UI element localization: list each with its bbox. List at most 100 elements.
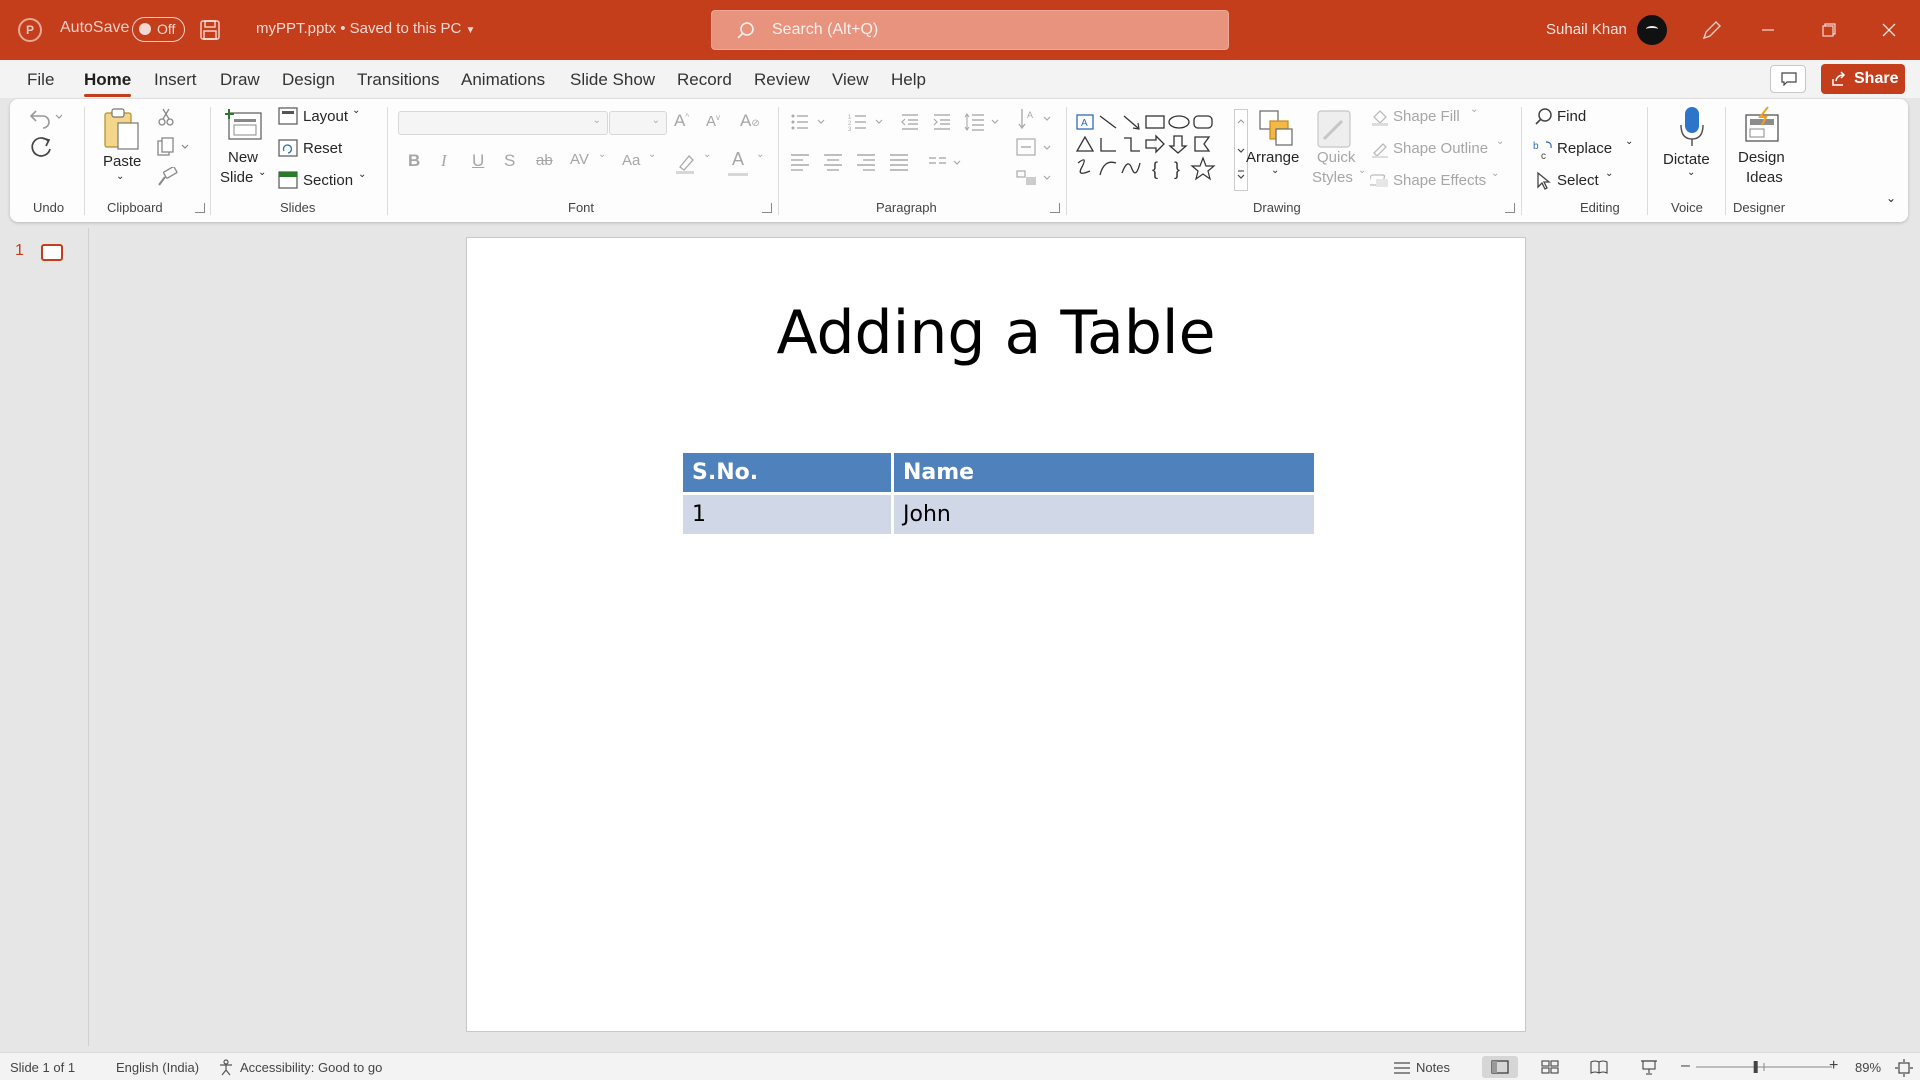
tab-insert[interactable]: Insert [154, 70, 197, 90]
paste-label[interactable]: Paste [103, 153, 141, 170]
search-input[interactable]: Search (Alt+Q) [711, 10, 1229, 50]
increase-font-size-icon[interactable]: A^ [674, 111, 689, 131]
microphone-icon[interactable] [1675, 105, 1709, 149]
shape-fill-button[interactable]: Shape Fill [1393, 108, 1460, 125]
drawing-launcher-icon[interactable] [1505, 203, 1515, 213]
change-case-icon[interactable]: Aa [622, 152, 640, 169]
table-header-cell[interactable]: Name [894, 453, 1314, 492]
zoom-level[interactable]: 89% [1855, 1060, 1881, 1075]
quick-styles-label-2[interactable]: Styles [1312, 169, 1353, 186]
increase-indent-icon[interactable] [932, 113, 952, 131]
table-cell[interactable]: 1 [683, 495, 891, 534]
paragraph-launcher-icon[interactable] [1050, 203, 1060, 213]
autosave-toggle[interactable]: Off [132, 17, 185, 42]
chevron-down-icon[interactable]: ⌄ [756, 149, 764, 160]
restore-icon[interactable] [1806, 14, 1852, 46]
line-spacing-icon[interactable] [964, 113, 1004, 131]
arrange-label[interactable]: Arrange [1246, 149, 1299, 166]
chevron-down-icon[interactable]: ⌄ [352, 105, 360, 116]
font-color-icon[interactable]: A [732, 149, 744, 170]
arrange-icon[interactable] [1256, 107, 1296, 151]
replace-button[interactable]: Replace [1557, 140, 1612, 157]
align-center-icon[interactable] [823, 153, 843, 171]
user-name[interactable]: Suhail Khan [1546, 21, 1627, 38]
quick-styles-label-1[interactable]: Quick [1317, 149, 1355, 166]
highlighter-icon[interactable] [675, 153, 697, 175]
tab-home[interactable]: Home [84, 70, 132, 97]
zoom-out-icon[interactable]: – [1681, 1057, 1690, 1075]
underline-icon[interactable]: U [472, 151, 484, 171]
slide-title[interactable]: Adding a Table [467, 298, 1525, 368]
tab-animations[interactable]: Animations [461, 70, 545, 90]
tab-transitions[interactable]: Transitions [357, 70, 440, 90]
chevron-down-icon[interactable]: ⌄ [1491, 168, 1499, 179]
decrease-font-size-icon[interactable]: Av [706, 113, 720, 130]
paste-icon[interactable] [102, 107, 142, 151]
slide-counter[interactable]: Slide 1 of 1 [10, 1060, 75, 1075]
align-right-icon[interactable] [856, 153, 876, 171]
columns-icon[interactable] [928, 155, 968, 171]
chevron-down-icon[interactable]: ⌄ [258, 167, 266, 178]
slide-canvas[interactable]: Adding a Table S.No. Name 1 John [466, 237, 1526, 1032]
language-indicator[interactable]: English (India) [116, 1060, 199, 1075]
chevron-down-icon[interactable]: ⌄ [116, 171, 124, 182]
shape-effects-button[interactable]: Shape Effects [1393, 172, 1486, 189]
clipboard-launcher-icon[interactable] [195, 203, 205, 213]
shape-outline-button[interactable]: Shape Outline [1393, 140, 1488, 157]
slide-show-icon[interactable] [1640, 1059, 1658, 1075]
section-button[interactable]: Section [303, 172, 353, 189]
zoom-in-icon[interactable]: + [1829, 1057, 1838, 1075]
chevron-down-icon[interactable]: ⌄ [1605, 168, 1613, 179]
italic-icon[interactable]: I [441, 151, 447, 171]
reading-view-icon[interactable] [1590, 1060, 1608, 1074]
find-button[interactable]: Find [1557, 108, 1586, 125]
chevron-down-icon[interactable]: ⌄ [358, 169, 366, 180]
pane-divider[interactable] [88, 228, 89, 1046]
align-text-icon[interactable] [1016, 137, 1056, 159]
zoom-slider[interactable] [1696, 1059, 1832, 1075]
strikethrough-icon[interactable]: ab [536, 152, 553, 169]
undo-icon[interactable] [28, 105, 62, 129]
text-direction-icon[interactable]: A [1016, 107, 1056, 131]
character-spacing-icon[interactable]: AV [570, 151, 589, 168]
pen-icon[interactable] [1700, 18, 1724, 42]
save-icon[interactable] [199, 19, 221, 41]
tab-record[interactable]: Record [677, 70, 732, 90]
justify-icon[interactable] [889, 153, 909, 171]
tab-file[interactable]: File [27, 70, 54, 90]
chevron-down-icon[interactable]: ⌄ [598, 149, 606, 160]
font-launcher-icon[interactable] [762, 203, 772, 213]
tab-review[interactable]: Review [754, 70, 810, 90]
chevron-down-icon[interactable]: ⌄ [648, 149, 656, 160]
new-slide-icon[interactable] [225, 107, 265, 147]
slide-sorter-icon[interactable] [1541, 1060, 1559, 1074]
quick-styles-icon[interactable] [1314, 107, 1354, 151]
comments-button[interactable] [1770, 65, 1806, 93]
tab-view[interactable]: View [832, 70, 869, 90]
copy-icon[interactable] [156, 137, 192, 157]
normal-view-button[interactable] [1482, 1056, 1518, 1078]
fit-to-window-icon[interactable] [1895, 1059, 1913, 1077]
avatar[interactable] [1637, 15, 1667, 45]
close-icon[interactable] [1866, 14, 1912, 46]
design-ideas-icon[interactable] [1740, 105, 1784, 145]
collapse-ribbon-chevron-icon[interactable]: ⌄ [1886, 191, 1896, 205]
tab-draw[interactable]: Draw [220, 70, 260, 90]
chevron-down-icon[interactable]: ⌄ [1687, 167, 1695, 178]
align-left-icon[interactable] [790, 153, 810, 171]
table-header-cell[interactable]: S.No. [683, 453, 891, 492]
numbering-icon[interactable]: 1 2 3 [848, 113, 888, 131]
chevron-down-icon[interactable]: ⌄ [1625, 136, 1633, 147]
table-cell[interactable]: John [894, 495, 1314, 534]
format-painter-icon[interactable] [156, 167, 178, 187]
zoom-slider-thumb[interactable] [1753, 1061, 1758, 1073]
text-shadow-icon[interactable]: S [504, 151, 515, 171]
minimize-icon[interactable] [1745, 14, 1791, 46]
reset-button[interactable]: Reset [303, 140, 342, 157]
font-size-select[interactable]: ⌄ [609, 111, 667, 135]
design-ideas-label-2[interactable]: Ideas [1746, 169, 1783, 186]
new-slide-label-2[interactable]: Slide [220, 169, 253, 186]
cut-icon[interactable] [156, 107, 176, 127]
layout-button[interactable]: Layout [303, 108, 348, 125]
chevron-down-icon[interactable]: ⌄ [1496, 136, 1504, 147]
